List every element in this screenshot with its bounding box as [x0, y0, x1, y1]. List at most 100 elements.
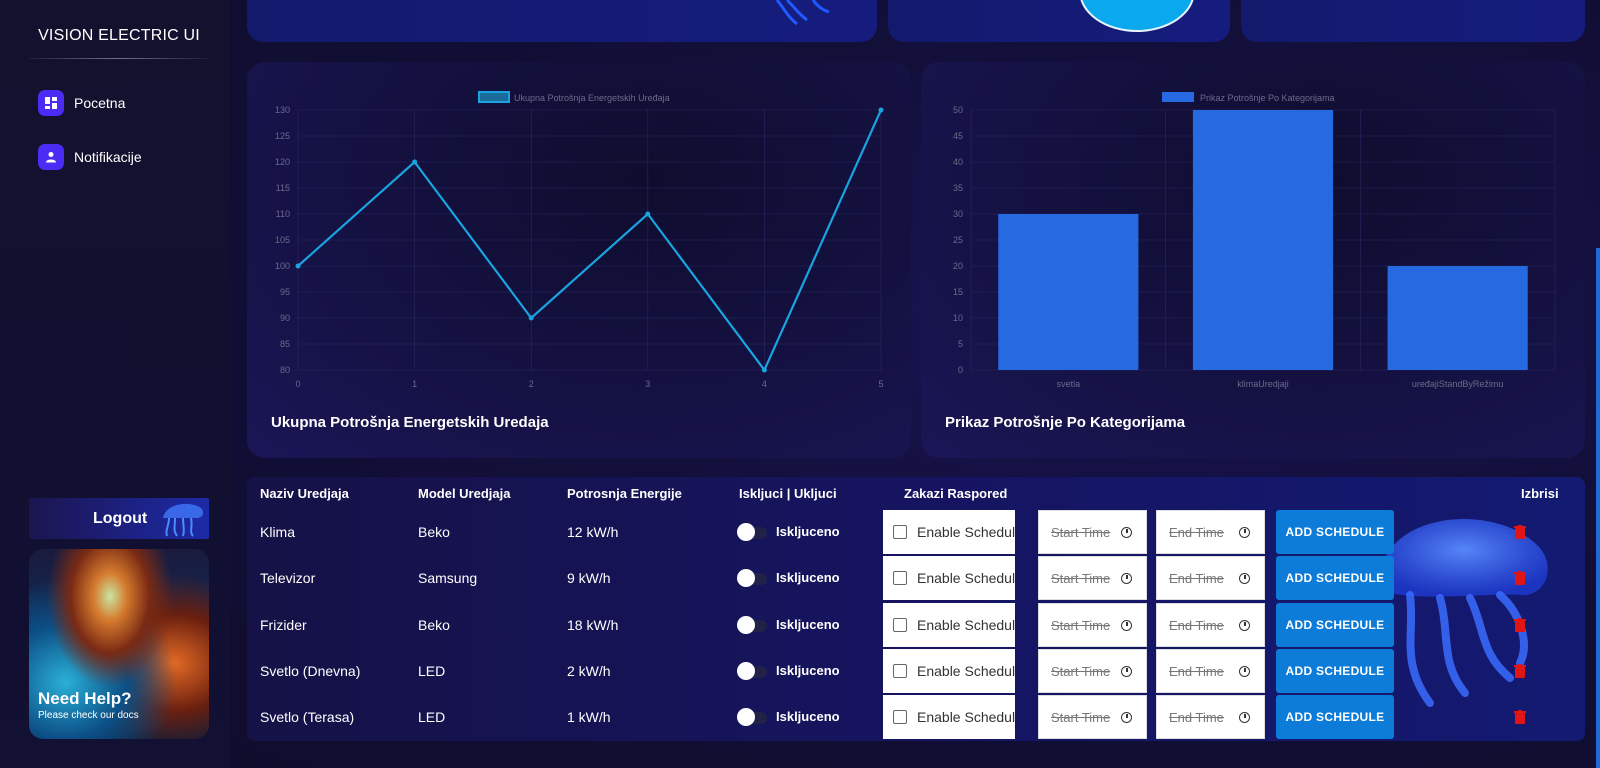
trash-icon[interactable]: [1514, 710, 1526, 724]
start-time-input[interactable]: Start Time: [1038, 603, 1147, 647]
x-tick-label: 2: [529, 379, 534, 389]
y-tick-label: 120: [275, 157, 290, 167]
power-toggle[interactable]: [737, 523, 769, 541]
logout-button[interactable]: Logout: [29, 498, 209, 539]
nav-label-notifikacije: Notifikacije: [74, 149, 142, 165]
enable-schedule-label: Enable Schedule: [917, 570, 1015, 586]
nav-item-pocetna[interactable]: Pocetna: [38, 90, 125, 116]
y-tick-label: 35: [953, 183, 963, 193]
power-toggle[interactable]: [737, 662, 769, 680]
start-time-placeholder: Start Time: [1051, 709, 1111, 725]
dashboard-icon: [38, 90, 64, 116]
x-tick-label: 1: [412, 379, 417, 389]
checkbox-icon: [893, 664, 907, 678]
add-schedule-button[interactable]: ADD SCHEDULE: [1276, 510, 1394, 554]
trash-icon[interactable]: [1514, 525, 1526, 539]
end-time-input[interactable]: End Time: [1156, 510, 1265, 554]
y-tick-label: 5: [958, 339, 963, 349]
end-time-placeholder: End Time: [1169, 570, 1224, 586]
end-time-input[interactable]: End Time: [1156, 649, 1265, 693]
x-tick-label: 3: [645, 379, 650, 389]
data-point: [645, 211, 651, 217]
clock-icon: [1239, 619, 1250, 631]
help-subtitle: Please check our docs: [38, 710, 139, 721]
y-tick-label: 130: [275, 105, 290, 115]
end-time-input[interactable]: End Time: [1156, 556, 1265, 600]
cell-state: Iskljuceno: [776, 663, 840, 678]
header-toggle: Iskljuci | Ukljuci: [739, 486, 837, 501]
cell-name: Frizider: [260, 617, 307, 633]
data-point: [761, 367, 767, 373]
legend-swatch: [478, 91, 510, 103]
cell-state: Iskljuceno: [776, 570, 840, 585]
legend-label: Ukupna Potrošnja Energetskih Uređaja: [514, 93, 670, 103]
cell-name: Klima: [260, 524, 296, 540]
clock-icon: [1239, 526, 1250, 538]
cell-power: 12 kW/h: [567, 524, 619, 540]
trash-icon[interactable]: [1514, 618, 1526, 632]
clock-icon: [1121, 572, 1132, 584]
cell-power: 18 kW/h: [567, 617, 619, 633]
scrollbar[interactable]: [1596, 248, 1600, 768]
cell-power: 9 kW/h: [567, 570, 611, 586]
cell-model: Samsung: [418, 570, 478, 586]
bar: [1387, 266, 1528, 370]
y-tick-label: 115: [276, 183, 290, 193]
cell-state: Iskljuceno: [776, 524, 840, 539]
bar-chart-title: Prikaz Potrošnje Po Kategorijama: [945, 414, 1186, 431]
power-toggle[interactable]: [737, 569, 769, 587]
enable-schedule-checkbox[interactable]: Enable Schedule: [883, 510, 1015, 554]
clock-icon: [1239, 665, 1250, 677]
cell-power: 1 kW/h: [567, 709, 611, 725]
y-tick-label: 85: [280, 339, 290, 349]
clock-icon: [1239, 572, 1250, 584]
start-time-input[interactable]: Start Time: [1038, 649, 1147, 693]
data-point: [295, 263, 301, 269]
power-toggle[interactable]: [737, 708, 769, 726]
y-tick-label: 50: [953, 105, 963, 115]
enable-schedule-checkbox[interactable]: Enable Schedule: [883, 649, 1015, 693]
start-time-input[interactable]: Start Time: [1038, 695, 1147, 739]
data-point: [528, 315, 534, 321]
end-time-input[interactable]: End Time: [1156, 603, 1265, 647]
cell-model: LED: [418, 709, 446, 725]
y-tick-label: 90: [280, 313, 290, 323]
checkbox-icon: [893, 571, 907, 585]
clock-icon: [1121, 665, 1132, 677]
brand-title: VISION ELECTRIC UI: [38, 27, 200, 44]
person-icon: [38, 144, 64, 170]
y-tick-label: 0: [958, 365, 963, 375]
add-schedule-button[interactable]: ADD SCHEDULE: [1276, 556, 1394, 600]
brand-divider: [29, 58, 209, 59]
enable-schedule-checkbox[interactable]: Enable Schedule: [883, 603, 1015, 647]
end-time-input[interactable]: End Time: [1156, 695, 1265, 739]
add-schedule-button[interactable]: ADD SCHEDULE: [1276, 603, 1394, 647]
y-tick-label: 100: [275, 261, 290, 271]
bar: [1192, 110, 1334, 370]
checkbox-icon: [893, 525, 907, 539]
y-tick-label: 20: [953, 261, 963, 271]
power-toggle[interactable]: [737, 616, 769, 634]
cell-model: Beko: [418, 617, 450, 633]
cell-state: Iskljuceno: [776, 617, 840, 632]
help-card[interactable]: Need Help? Please check our docs: [29, 549, 209, 739]
line-chart-card: 80 85 90 95 100 105 110 115 120 125 130 0 1 2 3 4 5 Ukupn…: [247, 62, 911, 458]
start-time-input[interactable]: Start Time: [1038, 510, 1147, 554]
y-tick-label: 110: [276, 209, 290, 219]
enable-schedule-checkbox[interactable]: Enable Schedule: [883, 695, 1015, 739]
start-time-placeholder: Start Time: [1051, 617, 1111, 633]
start-time-input[interactable]: Start Time: [1038, 556, 1147, 600]
clock-icon: [1239, 711, 1250, 723]
add-schedule-button[interactable]: ADD SCHEDULE: [1276, 695, 1394, 739]
cell-model: Beko: [418, 524, 450, 540]
y-tick-label: 95: [280, 287, 290, 297]
trash-icon[interactable]: [1514, 571, 1526, 585]
y-tick-label: 105: [275, 235, 290, 245]
add-schedule-button[interactable]: ADD SCHEDULE: [1276, 649, 1394, 693]
line-chart-title: Ukupna Potrošnja Energetskih Uredaja: [271, 414, 549, 431]
nav-item-notifikacije[interactable]: Notifikacije: [38, 144, 142, 170]
gauge-circle: [1079, 0, 1195, 32]
legend-swatch: [1162, 92, 1194, 102]
enable-schedule-checkbox[interactable]: Enable Schedule: [883, 556, 1015, 600]
trash-icon[interactable]: [1514, 664, 1526, 678]
